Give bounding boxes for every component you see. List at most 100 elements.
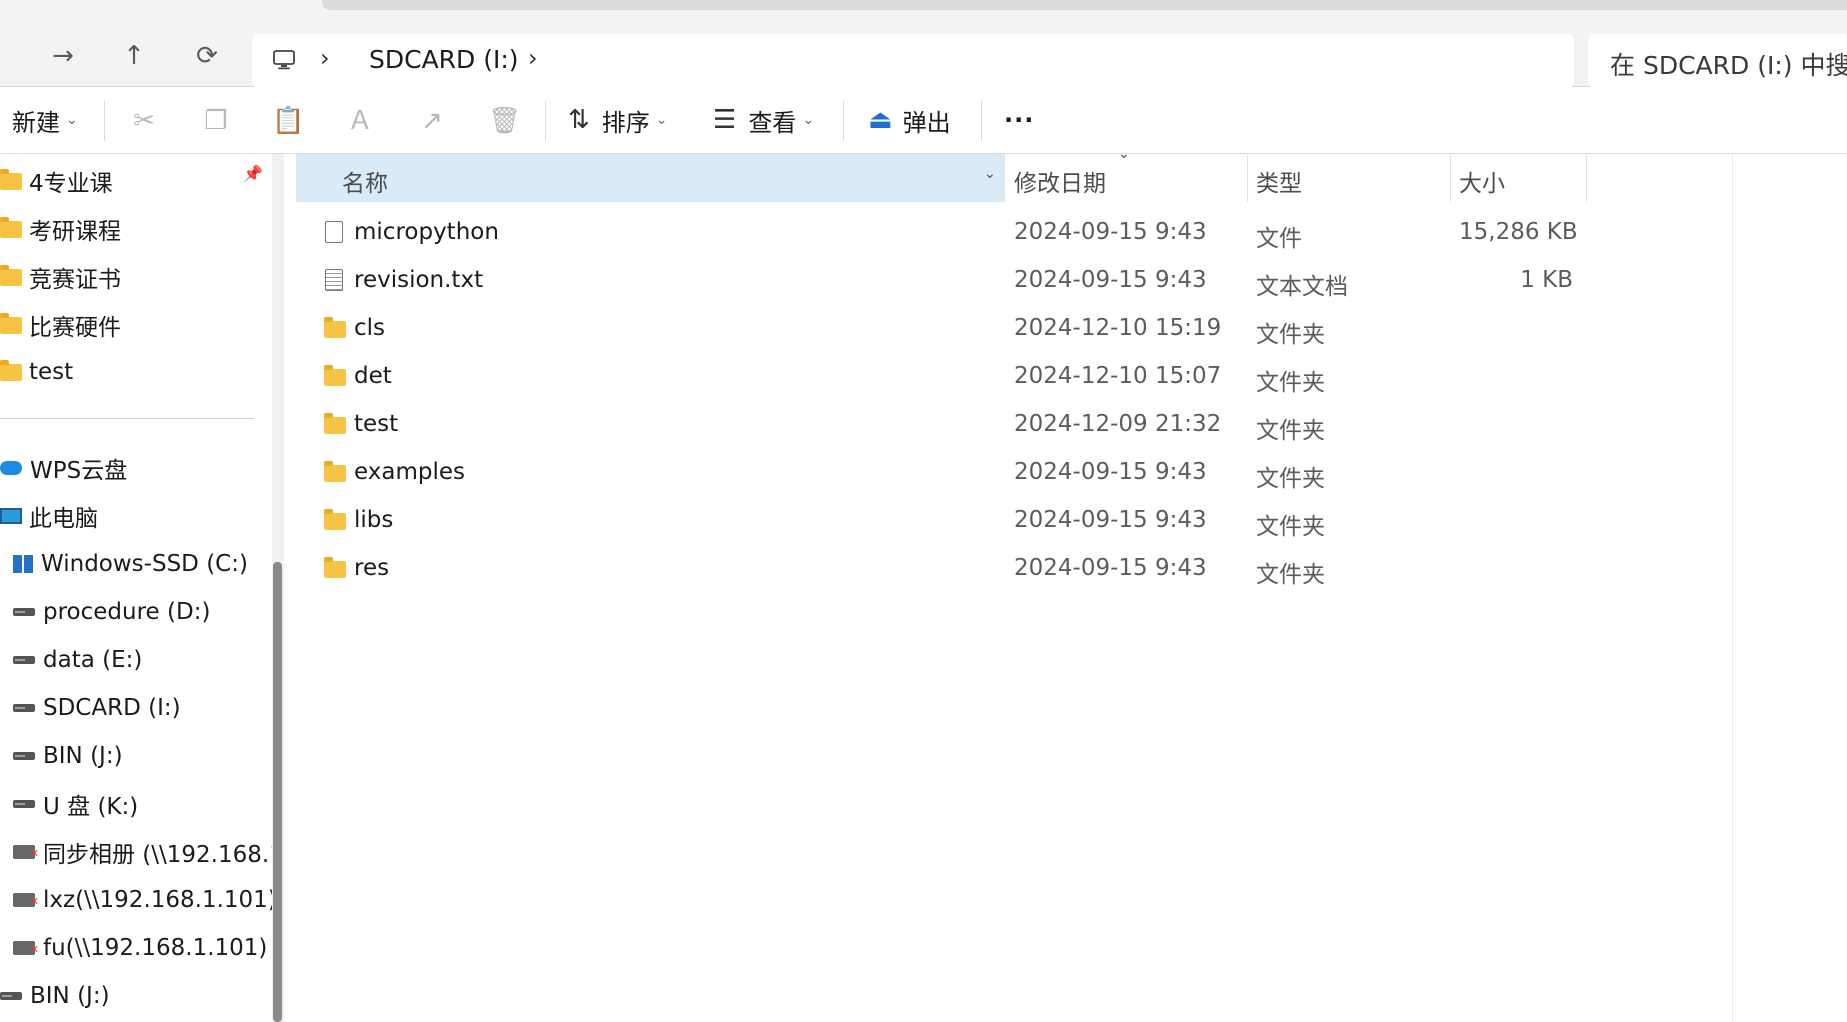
sidebar-item-label: SDCARD (I:) — [43, 695, 181, 721]
file-size: 15,286 KB — [1459, 219, 1578, 245]
sidebar-item-this-pc[interactable]: 此电脑 — [0, 496, 98, 536]
chevron-right-icon[interactable]: › — [320, 44, 330, 72]
sidebar-scrollbar-thumb[interactable] — [273, 562, 282, 1022]
address-bar[interactable]: › SDCARD (I:) › — [252, 34, 1574, 88]
file-type: 文件夹 — [1256, 562, 1325, 588]
sidebar-item-bin-j[interactable]: BIN (J:) — [0, 976, 110, 1016]
arrow-right-icon[interactable]: → — [43, 36, 83, 76]
new-label: 新建 — [12, 108, 60, 137]
eject-button[interactable]: ⏏ 弹出 — [868, 87, 951, 153]
table-row[interactable]: det 2024-12-10 15:07 文件夹 — [296, 354, 1586, 400]
folder-icon — [0, 168, 22, 190]
table-row[interactable]: revision.txt 2024-09-15 9:43 文本文档 1 KB — [296, 258, 1586, 304]
computer-icon[interactable] — [272, 48, 296, 72]
table-row[interactable]: test 2024-12-09 21:32 文件夹 — [296, 402, 1586, 448]
copy-icon[interactable]: ❐ — [200, 105, 232, 137]
table-row[interactable]: libs 2024-09-15 9:43 文件夹 — [296, 498, 1586, 544]
sidebar-item-network-album[interactable]: 同步相册 (\\192.168.1. — [13, 832, 284, 872]
table-row[interactable]: cls 2024-12-10 15:19 文件夹 — [296, 306, 1586, 352]
pin-icon[interactable]: 📌 — [243, 164, 263, 183]
sidebar-item-bisai[interactable]: 比赛硬件 — [0, 305, 121, 345]
cut-icon[interactable]: ✂ — [128, 105, 160, 137]
refresh-icon[interactable]: ⟳ — [187, 36, 227, 76]
sidebar-item-4zhuanyeke[interactable]: 4专业课 — [0, 161, 113, 201]
table-row[interactable]: res 2024-09-15 9:43 文件夹 — [296, 546, 1586, 592]
sidebar-item-network-fu[interactable]: fu(\\192.168.1.101) (Z — [13, 928, 284, 968]
column-divider[interactable] — [1247, 154, 1248, 202]
cloud-icon — [0, 461, 22, 475]
column-divider[interactable] — [1586, 154, 1587, 202]
sidebar-item-label: procedure (D:) — [43, 599, 211, 625]
sidebar-item-label: WPS云盘 — [30, 458, 128, 484]
column-divider[interactable] — [1004, 154, 1005, 202]
arrow-up-icon[interactable]: ↑ — [114, 36, 154, 76]
sidebar-item-drive-d[interactable]: procedure (D:) — [13, 592, 210, 632]
tab-area — [322, 0, 1847, 10]
file-modified: 2024-12-10 15:19 — [1014, 315, 1222, 341]
sidebar-item-wps-cloud[interactable]: WPS云盘 — [0, 448, 127, 488]
column-header-type[interactable]: 类型 — [1256, 164, 1302, 198]
table-row[interactable]: examples 2024-09-15 9:43 文件夹 — [296, 450, 1586, 496]
rename-icon[interactable]: Ａ — [344, 105, 376, 137]
paste-icon[interactable]: 📋 — [272, 105, 304, 137]
folder-icon — [324, 557, 346, 578]
divider — [104, 101, 105, 141]
delete-icon[interactable]: 🗑 — [488, 105, 521, 137]
sort-button[interactable]: ⇅ 排序 ⌄ — [568, 87, 668, 153]
drive-icon — [13, 656, 35, 664]
view-label: 查看 — [748, 108, 797, 137]
sidebar-item-drive-i[interactable]: SDCARD (I:) — [13, 688, 181, 728]
column-header-modified[interactable]: 修改日期 — [1014, 164, 1106, 198]
folder-icon — [324, 461, 346, 482]
drive-icon — [0, 992, 22, 1000]
sidebar-item-test[interactable]: test — [0, 352, 73, 392]
sidebar-item-label: 同步相册 (\\192.168.1. — [43, 842, 284, 868]
folder-icon — [0, 359, 22, 381]
table-row[interactable]: micropython 2024-09-15 9:43 文件 15,286 KB — [296, 210, 1586, 256]
sidebar-item-label: 竞赛证书 — [29, 267, 121, 293]
sidebar-item-drive-c[interactable]: Windows-SSD (C:) — [13, 544, 248, 584]
divider — [843, 101, 844, 141]
file-name: res — [354, 555, 390, 581]
sort-icon: ⇅ — [568, 105, 590, 135]
file-size: 1 KB — [1520, 267, 1573, 293]
divider — [981, 101, 982, 141]
command-bar: 新建 ⌄ ✂ ❐ 📋 Ａ ↗ 🗑 ⇅ 排序 ⌄ ☰ 查看 ⌄ ⏏ 弹出 ··· — [0, 87, 1847, 154]
file-modified: 2024-12-10 15:07 — [1014, 363, 1222, 389]
column-header-size[interactable]: 大小 — [1459, 164, 1505, 198]
column-divider[interactable] — [1450, 154, 1451, 202]
sidebar-item-drive-k[interactable]: U 盘 (K:) — [13, 784, 138, 824]
sidebar-item-drive-e[interactable]: data (E:) — [13, 640, 142, 680]
share-icon[interactable]: ↗ — [416, 105, 448, 137]
eject-label: 弹出 — [902, 108, 951, 137]
sidebar-item-label: lxz(\\192.168.1.101) ( — [43, 887, 284, 913]
view-icon: ☰ — [713, 105, 737, 135]
navigation-bar: → ↑ ⟳ › SDCARD (I:) › 在 SDCARD (I:) 中搜索 — [0, 12, 1847, 88]
more-icon: ··· — [1004, 106, 1035, 134]
file-name: micropython — [354, 219, 499, 245]
sidebar-item-drive-j[interactable]: BIN (J:) — [13, 736, 123, 776]
file-type: 文件夹 — [1256, 466, 1325, 492]
drive-icon — [13, 704, 35, 712]
breadcrumb-sdcard[interactable]: SDCARD (I:) — [369, 45, 519, 74]
sidebar-item-label: data (E:) — [43, 647, 143, 673]
column-header-name[interactable]: 名称 ⌄ — [296, 154, 1004, 202]
search-placeholder: 在 SDCARD (I:) 中搜索 — [1610, 51, 1847, 80]
file-modified: 2024-09-15 9:43 — [1014, 267, 1207, 293]
folder-icon — [0, 312, 22, 334]
more-button[interactable]: ··· — [1004, 87, 1034, 153]
sidebar-item-network-lxz[interactable]: lxz(\\192.168.1.101) ( — [13, 880, 284, 920]
search-box[interactable]: 在 SDCARD (I:) 中搜索 — [1588, 34, 1847, 88]
chevron-right-icon[interactable]: › — [528, 44, 538, 72]
sidebar-divider — [0, 418, 254, 419]
divider — [545, 101, 546, 141]
details-pane-divider — [1732, 154, 1733, 1022]
sidebar-item-kaoyan[interactable]: 考研课程 — [0, 209, 121, 249]
sidebar-item-jingsai[interactable]: 竞赛证书 — [0, 257, 121, 297]
new-button[interactable]: 新建 ⌄ — [12, 87, 78, 153]
view-button[interactable]: ☰ 查看 ⌄ — [713, 87, 814, 153]
file-name: cls — [354, 315, 386, 341]
file-modified: 2024-09-15 9:43 — [1014, 555, 1207, 581]
folder-icon — [0, 264, 22, 286]
chevron-down-icon[interactable]: ⌄ — [984, 166, 996, 182]
